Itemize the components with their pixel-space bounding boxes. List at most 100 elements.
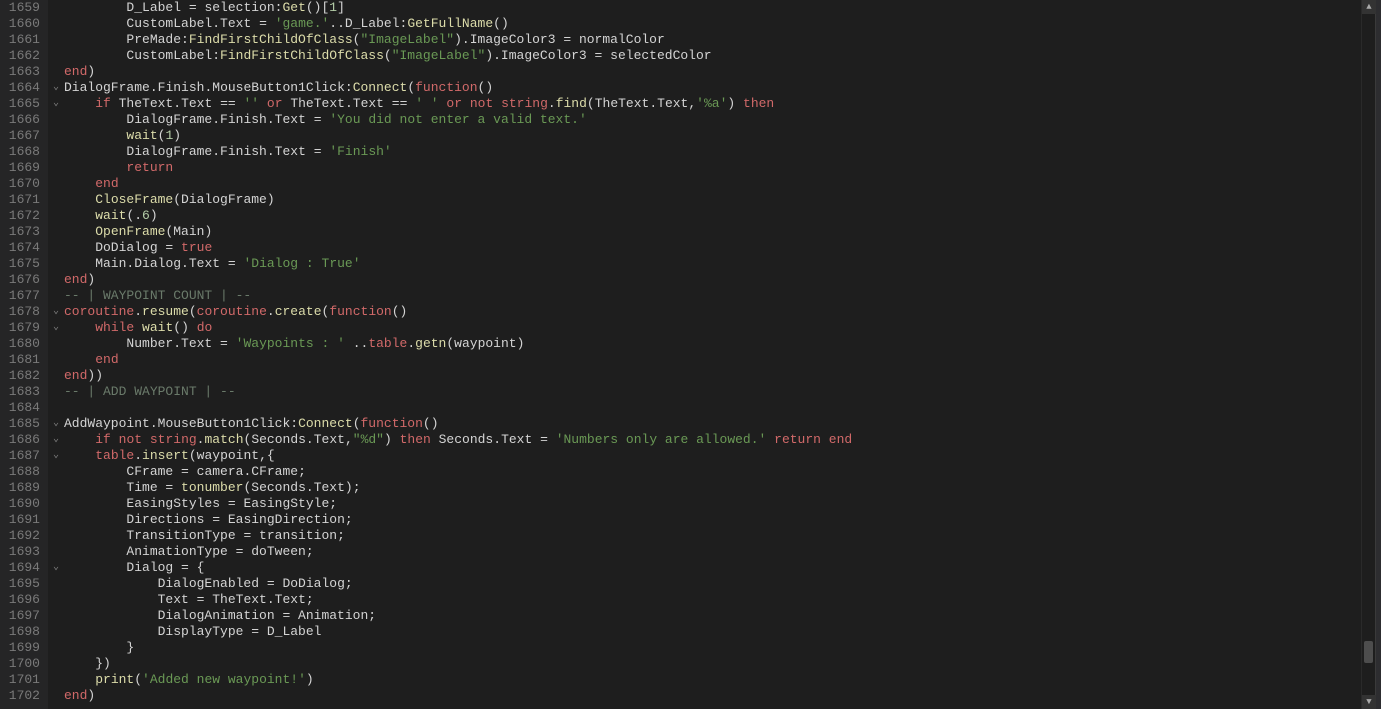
code-line[interactable]: Dialog = { — [64, 560, 1361, 576]
fold-marker[interactable] — [48, 160, 64, 176]
fold-marker[interactable] — [48, 176, 64, 192]
line-number[interactable]: 1681 — [4, 352, 40, 368]
line-number[interactable]: 1691 — [4, 512, 40, 528]
line-number[interactable]: 1661 — [4, 32, 40, 48]
fold-marker[interactable] — [48, 528, 64, 544]
vertical-scrollbar[interactable]: ▲ ▼ — [1361, 0, 1375, 709]
fold-marker[interactable] — [48, 592, 64, 608]
fold-marker[interactable]: ⌄ — [48, 320, 64, 336]
code-line[interactable]: CustomLabel:FindFirstChildOfClass("Image… — [64, 48, 1361, 64]
code-line[interactable]: DisplayType = D_Label — [64, 624, 1361, 640]
code-line[interactable]: AddWaypoint.MouseButton1Click:Connect(fu… — [64, 416, 1361, 432]
code-line[interactable]: DialogFrame.Finish.MouseButton1Click:Con… — [64, 80, 1361, 96]
line-number[interactable]: 1673 — [4, 224, 40, 240]
fold-marker[interactable] — [48, 144, 64, 160]
fold-marker[interactable] — [48, 288, 64, 304]
fold-marker[interactable] — [48, 64, 64, 80]
fold-marker[interactable] — [48, 480, 64, 496]
scrollbar-thumb[interactable] — [1364, 641, 1373, 663]
line-number[interactable]: 1667 — [4, 128, 40, 144]
fold-marker[interactable] — [48, 688, 64, 704]
line-number[interactable]: 1702 — [4, 688, 40, 704]
line-number[interactable]: 1693 — [4, 544, 40, 560]
fold-marker[interactable] — [48, 640, 64, 656]
fold-marker[interactable] — [48, 48, 64, 64]
code-line[interactable]: end)) — [64, 368, 1361, 384]
line-number[interactable]: 1696 — [4, 592, 40, 608]
code-line[interactable]: OpenFrame(Main) — [64, 224, 1361, 240]
scroll-up-arrow[interactable]: ▲ — [1362, 0, 1376, 14]
line-number[interactable]: 1664 — [4, 80, 40, 96]
code-line[interactable]: print('Added new waypoint!') — [64, 672, 1361, 688]
code-line[interactable]: -- | ADD WAYPOINT | -- — [64, 384, 1361, 400]
code-line[interactable]: DoDialog = true — [64, 240, 1361, 256]
fold-marker[interactable] — [48, 32, 64, 48]
code-line[interactable]: table.insert(waypoint,{ — [64, 448, 1361, 464]
line-number[interactable]: 1670 — [4, 176, 40, 192]
line-number[interactable]: 1668 — [4, 144, 40, 160]
line-number[interactable]: 1674 — [4, 240, 40, 256]
fold-marker[interactable]: ⌄ — [48, 448, 64, 464]
line-number[interactable]: 1659 — [4, 0, 40, 16]
line-number[interactable]: 1701 — [4, 672, 40, 688]
code-line[interactable]: -- | WAYPOINT COUNT | -- — [64, 288, 1361, 304]
fold-marker[interactable] — [48, 464, 64, 480]
code-line[interactable]: Text = TheText.Text; — [64, 592, 1361, 608]
code-line[interactable]: wait(.6) — [64, 208, 1361, 224]
line-number[interactable]: 1677 — [4, 288, 40, 304]
code-line[interactable]: DialogEnabled = DoDialog; — [64, 576, 1361, 592]
scroll-down-arrow[interactable]: ▼ — [1362, 695, 1376, 709]
code-line[interactable]: end) — [64, 64, 1361, 80]
fold-marker[interactable] — [48, 400, 64, 416]
line-number[interactable]: 1694 — [4, 560, 40, 576]
fold-column[interactable]: ⌄⌄⌄⌄⌄⌄⌄⌄ — [48, 0, 64, 709]
fold-marker[interactable] — [48, 624, 64, 640]
fold-marker[interactable] — [48, 16, 64, 32]
line-number[interactable]: 1678 — [4, 304, 40, 320]
code-line[interactable]: CustomLabel.Text = 'game.'..D_Label:GetF… — [64, 16, 1361, 32]
fold-marker[interactable] — [48, 192, 64, 208]
code-line[interactable]: DialogFrame.Finish.Text = 'You did not e… — [64, 112, 1361, 128]
line-number[interactable]: 1680 — [4, 336, 40, 352]
code-line[interactable]: CloseFrame(DialogFrame) — [64, 192, 1361, 208]
code-line[interactable]: return — [64, 160, 1361, 176]
fold-marker[interactable]: ⌄ — [48, 432, 64, 448]
line-number[interactable]: 1666 — [4, 112, 40, 128]
line-number[interactable]: 1687 — [4, 448, 40, 464]
line-number[interactable]: 1683 — [4, 384, 40, 400]
fold-marker[interactable]: ⌄ — [48, 96, 64, 112]
fold-marker[interactable] — [48, 384, 64, 400]
line-number[interactable]: 1660 — [4, 16, 40, 32]
line-number[interactable]: 1679 — [4, 320, 40, 336]
fold-marker[interactable]: ⌄ — [48, 416, 64, 432]
line-number[interactable]: 1692 — [4, 528, 40, 544]
code-line[interactable]: end — [64, 176, 1361, 192]
code-line[interactable] — [64, 400, 1361, 416]
code-line[interactable]: PreMade:FindFirstChildOfClass("ImageLabe… — [64, 32, 1361, 48]
fold-marker[interactable] — [48, 576, 64, 592]
line-number[interactable]: 1690 — [4, 496, 40, 512]
code-line[interactable]: end) — [64, 272, 1361, 288]
code-line[interactable]: end — [64, 352, 1361, 368]
code-line[interactable]: Directions = EasingDirection; — [64, 512, 1361, 528]
fold-marker[interactable] — [48, 656, 64, 672]
fold-marker[interactable] — [48, 544, 64, 560]
fold-marker[interactable]: ⌄ — [48, 80, 64, 96]
code-line[interactable]: TransitionType = transition; — [64, 528, 1361, 544]
code-line[interactable]: wait(1) — [64, 128, 1361, 144]
line-number[interactable]: 1669 — [4, 160, 40, 176]
line-number[interactable]: 1676 — [4, 272, 40, 288]
fold-marker[interactable] — [48, 512, 64, 528]
fold-marker[interactable] — [48, 272, 64, 288]
line-number[interactable]: 1665 — [4, 96, 40, 112]
code-line[interactable]: DialogAnimation = Animation; — [64, 608, 1361, 624]
line-number[interactable]: 1698 — [4, 624, 40, 640]
code-area[interactable]: D_Label = selection:Get()[1] CustomLabel… — [64, 0, 1361, 709]
line-number[interactable]: 1663 — [4, 64, 40, 80]
line-number[interactable]: 1688 — [4, 464, 40, 480]
fold-marker[interactable]: ⌄ — [48, 304, 64, 320]
line-number[interactable]: 1699 — [4, 640, 40, 656]
fold-marker[interactable] — [48, 128, 64, 144]
code-line[interactable]: while wait() do — [64, 320, 1361, 336]
code-line[interactable]: CFrame = camera.CFrame; — [64, 464, 1361, 480]
